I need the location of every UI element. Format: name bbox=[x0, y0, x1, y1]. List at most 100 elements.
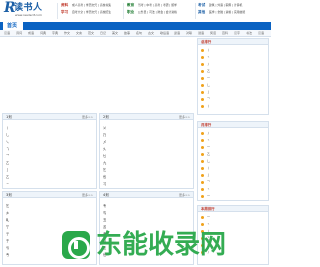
stroke-item[interactable]: 亇 bbox=[6, 225, 9, 229]
category-label: 其他 bbox=[198, 10, 206, 14]
stroke-item[interactable]: 亏 bbox=[6, 246, 9, 250]
stroke-item[interactable]: 乡 bbox=[6, 211, 9, 215]
subnav-item[interactable]: 美文 bbox=[112, 31, 118, 36]
box-title: 3划 bbox=[6, 193, 12, 197]
stroke-item[interactable]: 乂 bbox=[103, 126, 106, 130]
nav-item-home-label: 首页 bbox=[7, 23, 18, 29]
subnav-item[interactable]: 谚语 bbox=[174, 31, 180, 36]
subnav-item[interactable]: 汉语 bbox=[258, 31, 264, 36]
stroke-item[interactable]: 亐 bbox=[6, 253, 9, 257]
stroke-item[interactable]: 乜 bbox=[103, 154, 106, 158]
stroke-item[interactable]: 九 bbox=[103, 161, 106, 165]
sub-nav: 汉语 诗词 成语 词典 字典 作文 文言 范文 日记 美文 故事 名句 古文 歇… bbox=[0, 30, 271, 37]
box-title: 总排行 bbox=[201, 40, 212, 44]
stroke-item[interactable]: 专 bbox=[103, 204, 106, 208]
stroke-item[interactable]: 习 bbox=[103, 182, 106, 186]
subnav-item[interactable]: 百科 bbox=[222, 31, 228, 36]
stroke-item[interactable]: 也 bbox=[103, 175, 106, 179]
subnav-item[interactable]: 字典 bbox=[52, 31, 58, 36]
rank-text: 丶 bbox=[207, 222, 211, 226]
bullet-icon bbox=[201, 181, 204, 184]
watermark-text: 东能收录网 bbox=[96, 230, 227, 260]
category-label: 学习 bbox=[61, 10, 69, 14]
rank-text: 乛 bbox=[207, 180, 211, 184]
subnav-item[interactable]: 名句 bbox=[136, 31, 142, 36]
subnav-item[interactable]: 词典 bbox=[40, 31, 46, 36]
box-header: 月排行 bbox=[198, 122, 268, 128]
subnav-item[interactable]: 对联 bbox=[186, 31, 192, 36]
bullet-icon bbox=[201, 49, 204, 52]
subnav-item[interactable]: 笑话 bbox=[210, 31, 216, 36]
bullet-icon bbox=[201, 146, 204, 149]
stroke-item[interactable]: 乄 bbox=[103, 140, 106, 144]
nav-item-home[interactable]: 首页 bbox=[3, 22, 23, 30]
bullet-icon bbox=[201, 174, 204, 177]
box-title: 2划 bbox=[103, 115, 109, 119]
category-links[interactable]: 医学 | 金融 | 资格 | 实用技能 bbox=[209, 10, 245, 15]
box-header: 1划 更多>> bbox=[3, 114, 96, 120]
more-link[interactable]: 更多>> bbox=[82, 192, 93, 198]
stroke-item[interactable]: 乆 bbox=[103, 147, 106, 151]
stroke-item[interactable]: 乢 bbox=[6, 218, 9, 222]
stroke-box-2: 2划 更多>> 乂 乃 乄 乆 乜 九 乞 也 习 bbox=[99, 113, 194, 189]
box-title: 4划 bbox=[103, 193, 109, 197]
box-header: 本周排行 bbox=[198, 206, 268, 212]
stroke-item[interactable]: 乁 bbox=[6, 147, 9, 151]
rank-text: 一 bbox=[207, 194, 211, 198]
rank-text: 亅 bbox=[207, 173, 211, 177]
stroke-item[interactable]: 乞 bbox=[103, 168, 106, 172]
bullet-icon bbox=[201, 153, 204, 156]
stroke-item[interactable]: 乀 bbox=[6, 140, 9, 144]
bullet-icon bbox=[201, 98, 204, 101]
subnav-item[interactable]: 成语 bbox=[28, 31, 34, 36]
more-link[interactable]: 更多>> bbox=[179, 192, 190, 198]
stroke-item[interactable]: 乙 bbox=[6, 175, 9, 179]
stroke-item[interactable]: 乃 bbox=[103, 133, 106, 137]
stroke-item[interactable]: 乞 bbox=[6, 204, 9, 208]
category-links[interactable]: 公务员 | 司法 | 财会 | 会计资格 bbox=[138, 10, 177, 15]
stroke-item[interactable]: 丐 bbox=[103, 211, 106, 215]
bullet-icon bbox=[201, 167, 204, 170]
category-links[interactable]: 自考大全 | 学历文凭 | 高校招生 bbox=[72, 10, 111, 15]
more-link[interactable]: 更多>> bbox=[179, 114, 190, 120]
more-link[interactable]: 更多>> bbox=[82, 114, 93, 120]
subnav-item[interactable]: 谜语 bbox=[198, 31, 204, 36]
subnav-item[interactable]: 歇后语 bbox=[160, 31, 169, 36]
stroke-item[interactable]: 亍 bbox=[6, 232, 9, 236]
bullet-icon bbox=[201, 70, 204, 73]
category-links[interactable]: 建筑 | 外语 | 职称 | 计算机 bbox=[209, 3, 242, 8]
logo-url: www.readerif.com bbox=[15, 13, 42, 17]
subnav-item[interactable]: 汉语 bbox=[4, 31, 10, 36]
bullet-icon bbox=[201, 63, 204, 66]
stroke-item[interactable]: ㇀ bbox=[6, 182, 9, 186]
subnav-item[interactable]: 作文 bbox=[64, 31, 70, 36]
bullet-icon bbox=[201, 105, 204, 108]
stroke-item[interactable]: 乚 bbox=[6, 133, 9, 137]
rank-text: 丿 bbox=[207, 131, 211, 135]
stroke-item[interactable]: 丑 bbox=[103, 218, 106, 222]
subnav-item[interactable]: 古文 bbox=[148, 31, 154, 36]
box-header: 4划 更多>> bbox=[100, 192, 193, 198]
rank-text: 一 bbox=[207, 76, 211, 80]
rank-text: 乙 bbox=[207, 152, 211, 156]
subnav-item[interactable]: 日记 bbox=[100, 31, 106, 36]
stroke-item[interactable]: 乛 bbox=[6, 154, 9, 158]
subnav-item[interactable]: 范文 bbox=[88, 31, 94, 36]
stroke-item[interactable]: 丨 bbox=[6, 126, 9, 130]
subnav-item[interactable]: 故事 bbox=[124, 31, 130, 36]
site-logo[interactable]: R 读书人 www.readerif.com bbox=[4, 1, 48, 18]
category-links[interactable]: 驾考 | 中考 | 高考 | 考研 | 留学 bbox=[138, 3, 177, 8]
subnav-item[interactable]: 书法 bbox=[246, 31, 252, 36]
subnav-item[interactable]: 诗词 bbox=[16, 31, 22, 36]
rank-text: 丶 bbox=[207, 187, 211, 191]
subnav-item[interactable]: 文言 bbox=[76, 31, 82, 36]
category-links[interactable]: 成人高考 | 学历文凭 | 高校书集 bbox=[72, 3, 111, 8]
stroke-item[interactable]: 于 bbox=[6, 239, 9, 243]
ranking-box-total: 总排行 丨 丶 丿 乙 一 乚 亅 乛 丨 bbox=[197, 38, 269, 115]
category-label: 资料 bbox=[61, 3, 69, 7]
bullet-icon bbox=[201, 188, 204, 191]
subnav-item[interactable]: 汉字 bbox=[234, 31, 240, 36]
header-divider bbox=[57, 3, 58, 19]
stroke-item[interactable]: 亅 bbox=[6, 168, 9, 172]
stroke-item[interactable]: 乙 bbox=[6, 161, 9, 165]
